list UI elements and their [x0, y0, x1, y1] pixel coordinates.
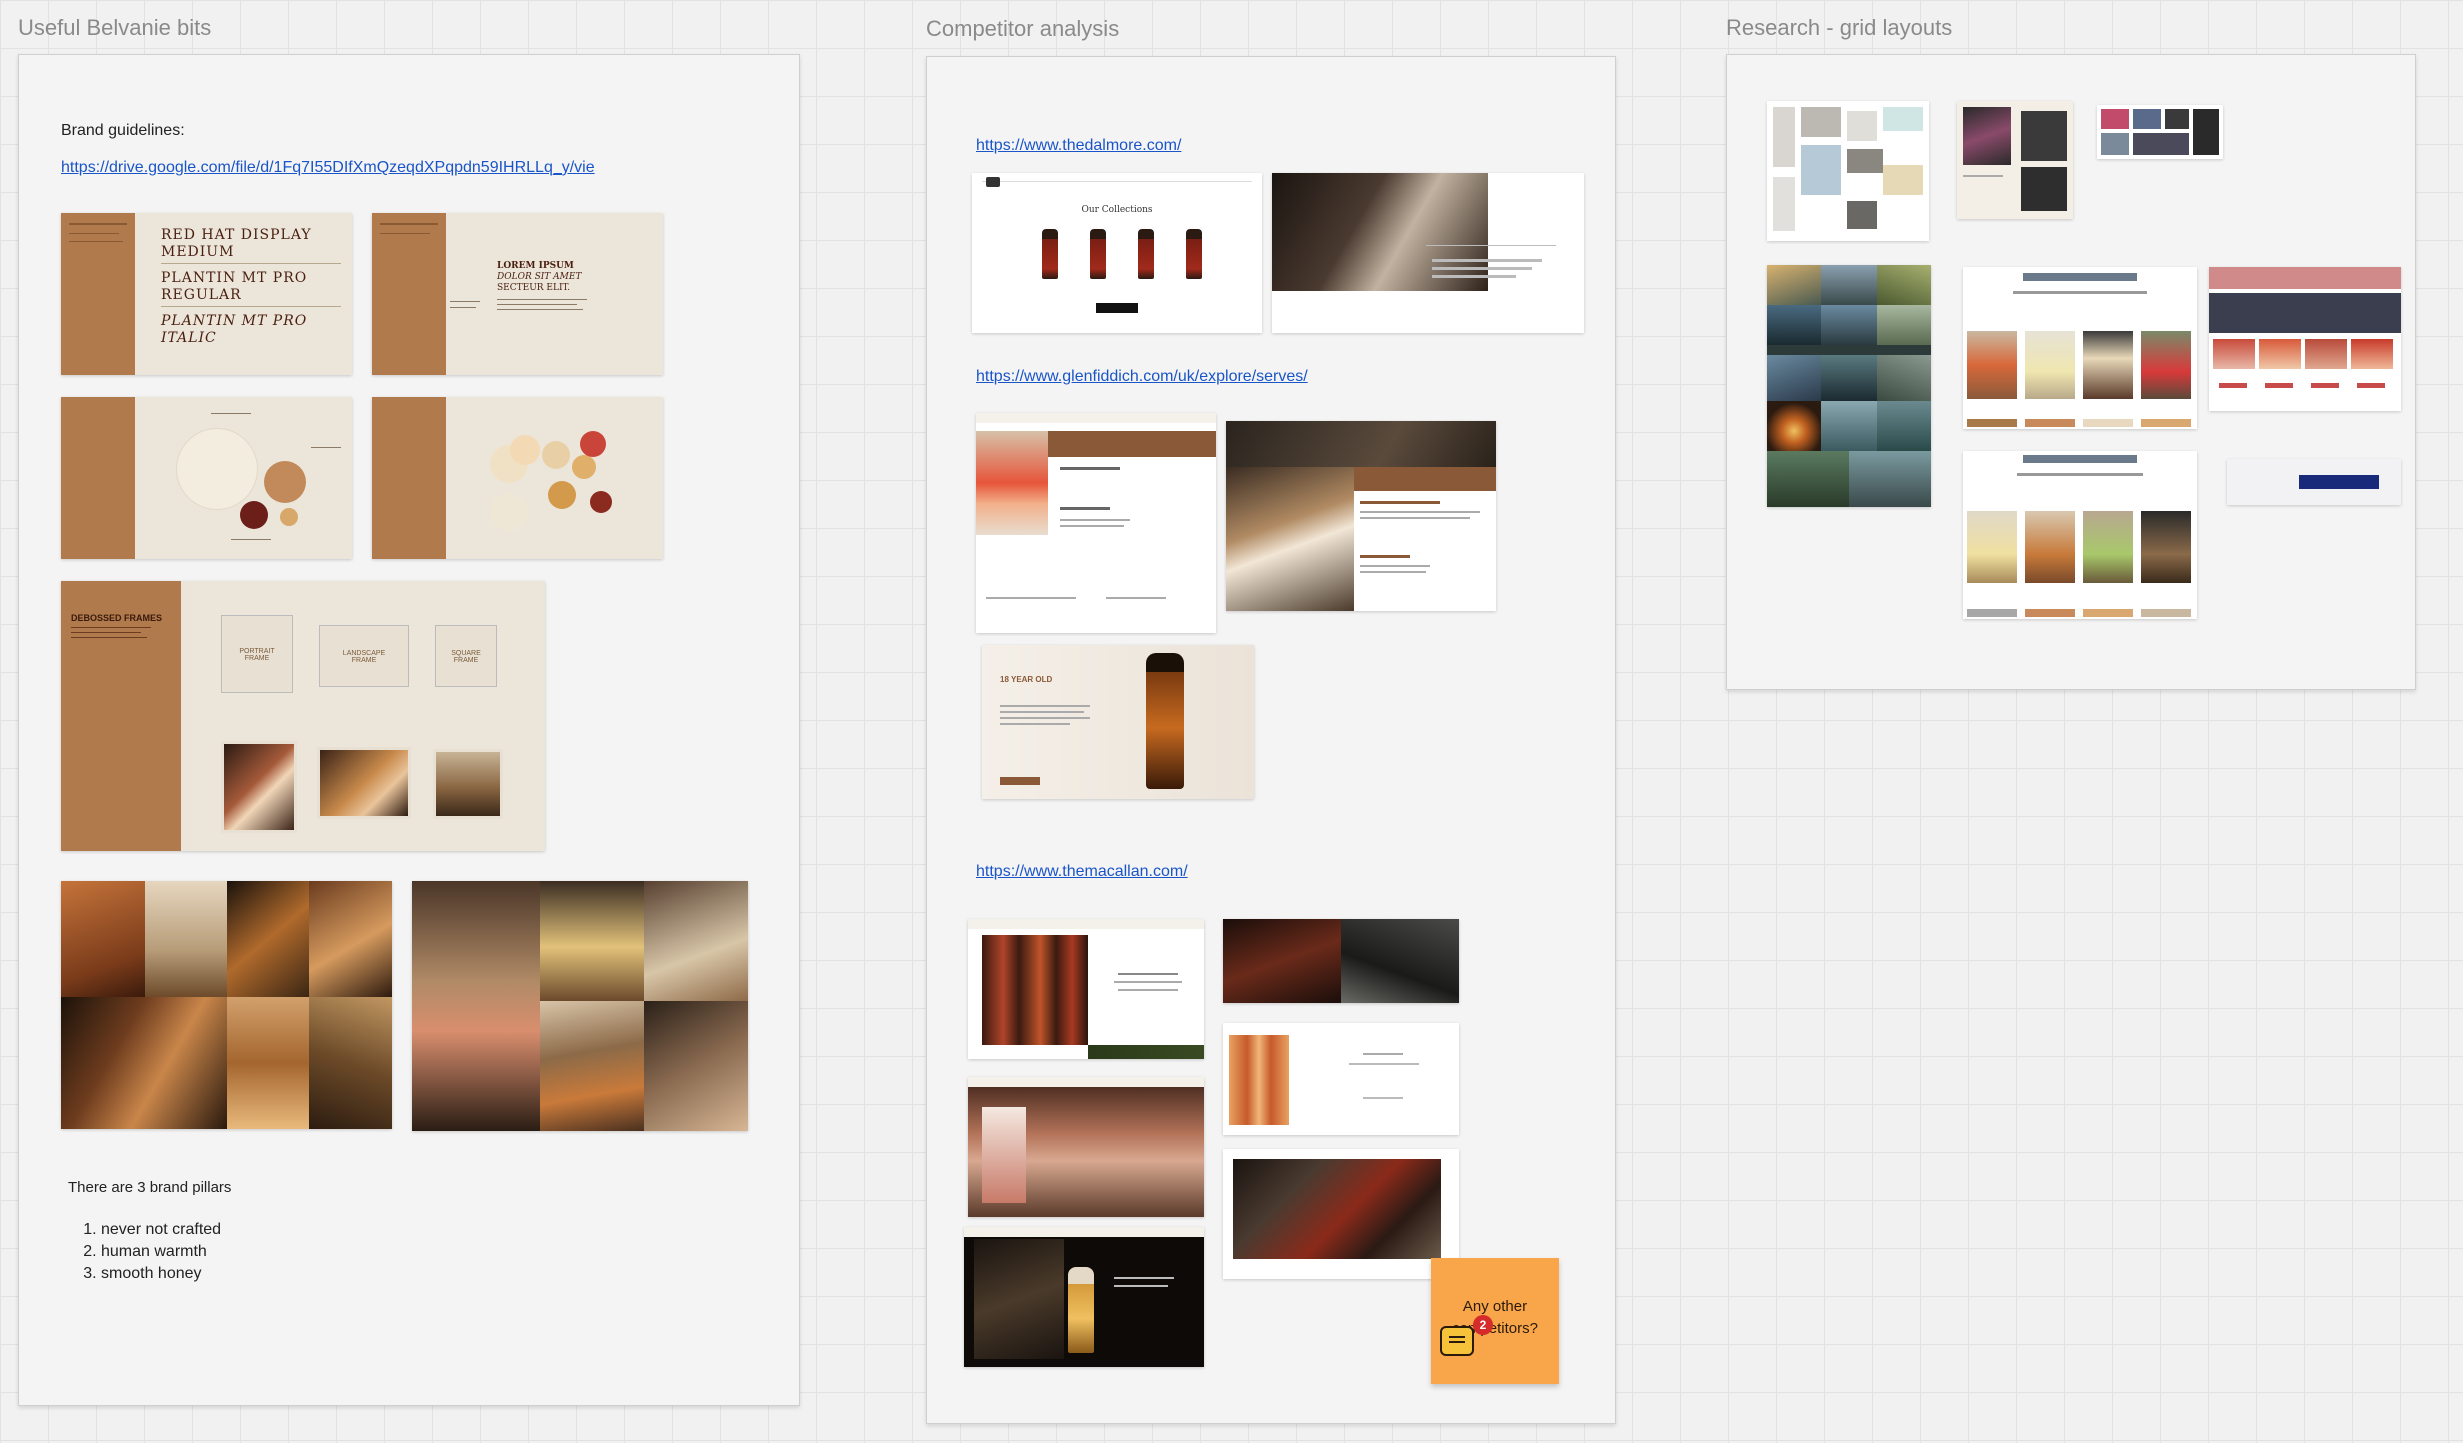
palette-circle-cream: [177, 429, 257, 509]
palette-dot-4: [572, 455, 596, 479]
frame-title-research[interactable]: Research - grid layouts: [1726, 15, 1952, 41]
pillars-list: never not crafted human warmth smooth ho…: [61, 1219, 221, 1285]
macallan-shot-1[interactable]: [968, 919, 1204, 1059]
palette-card-1[interactable]: [61, 397, 352, 559]
dalmore-collections-shot[interactable]: Our Collections: [972, 173, 1262, 333]
pillars-intro: There are 3 brand pillars: [68, 1179, 232, 1196]
framed-photo-square: [433, 749, 503, 819]
frame-belvanie[interactable]: Brand guidelines: https://drive.google.c…: [18, 54, 800, 1406]
research-grid-3[interactable]: [2097, 105, 2223, 159]
glenfiddich-18-shot[interactable]: 18 YEAR OLD: [982, 645, 1254, 799]
macallan-shot-2[interactable]: [1223, 919, 1459, 1003]
lorem-line-2: DOLOR SIT AMET: [497, 272, 582, 282]
glenfiddich-serve-shot-2[interactable]: [1226, 421, 1496, 611]
palette-circle-gold: [280, 508, 298, 526]
square-frame-box: SQUARE FRAME: [435, 625, 497, 687]
portrait-frame-label: PORTRAIT FRAME: [239, 648, 275, 662]
typo-line-1: RED HAT DISPLAY: [161, 227, 312, 243]
macallan-shot-5[interactable]: [964, 1227, 1204, 1367]
bottle: [1090, 229, 1106, 279]
typo-line-3: PLANTIN MT PRO: [161, 270, 308, 286]
typo-line-6: ITALIC: [161, 330, 217, 346]
bottle: [1068, 1267, 1094, 1353]
glenfiddich-cta-button[interactable]: [1000, 777, 1040, 785]
pillar-item: human warmth: [101, 1241, 221, 1263]
landscape-frame-box: LANDSCAPE FRAME: [319, 625, 409, 687]
palette-dot-8: [590, 491, 612, 513]
research-pink-grid[interactable]: [2209, 267, 2401, 411]
palette-circle-tan: [264, 461, 306, 503]
dalmore-airline-shot[interactable]: [1272, 173, 1584, 333]
research-grid-1[interactable]: [1767, 101, 1929, 241]
dalmore-link[interactable]: https://www.thedalmore.com/: [976, 137, 1181, 155]
macallan-shot-4[interactable]: [1223, 1023, 1459, 1135]
glenfiddich-link[interactable]: https://www.glenfiddich.com/uk/explore/s…: [976, 368, 1308, 386]
debossed-frames-card[interactable]: DEBOSSED FRAMES PORTRAIT FRAME LANDSCAPE…: [61, 581, 545, 851]
mood-collage-warm[interactable]: [61, 881, 392, 1129]
palette-dot-3: [542, 441, 570, 469]
glenfiddich-18-title: 18 YEAR OLD: [1000, 675, 1053, 684]
research-grid-2[interactable]: [1957, 101, 2073, 219]
bottle: [1186, 229, 1202, 279]
comment-count-badge: 2: [1473, 1315, 1493, 1335]
typo-line-5: PLANTIN MT PRO: [161, 313, 308, 329]
bottle: [1138, 229, 1154, 279]
sticky-note[interactable]: Any other competitors?: [1431, 1258, 1559, 1384]
frame-competitor[interactable]: https://www.thedalmore.com/ Our Collecti…: [926, 56, 1616, 1424]
research-landscape-grid[interactable]: [1767, 265, 1931, 507]
palette-dot-2: [510, 435, 540, 465]
framed-photo-portrait: [221, 741, 297, 833]
typo-line-2: MEDIUM: [161, 244, 235, 260]
brand-guidelines-link[interactable]: https://drive.google.com/file/d/1Fq7I55D…: [61, 159, 595, 177]
macallan-shot-6[interactable]: [1223, 1149, 1459, 1279]
palette-card-2[interactable]: [372, 397, 663, 559]
frame-title-belvanie[interactable]: Useful Belvanie bits: [18, 15, 211, 41]
typo-line-4: REGULAR: [161, 287, 242, 303]
research-cocktail-grid-1[interactable]: [1963, 267, 2197, 429]
mood-collage-cocktail[interactable]: [412, 881, 748, 1131]
palette-dot-5: [580, 431, 606, 457]
pillar-item: never not crafted: [101, 1219, 221, 1241]
dalmore-cta-button[interactable]: [1096, 303, 1138, 313]
lorem-ipsum-card[interactable]: LOREM IPSUM DOLOR SIT AMET SECTEUR ELIT.: [372, 213, 663, 375]
debossed-frames-title: DEBOSSED FRAMES: [71, 613, 163, 623]
research-back-button-shot[interactable]: [2227, 459, 2401, 505]
macallan-shot-3[interactable]: [968, 1077, 1204, 1217]
dalmore-collections-heading: Our Collections: [1081, 205, 1153, 215]
research-cocktail-grid-2[interactable]: [1963, 451, 2197, 619]
palette-dot-7: [490, 493, 528, 531]
bottle: [1146, 653, 1184, 789]
lorem-line-3: SECTEUR ELIT.: [497, 283, 571, 293]
pillar-item: smooth honey: [101, 1263, 221, 1285]
macallan-link[interactable]: https://www.themacallan.com/: [976, 863, 1188, 881]
frame-title-competitor[interactable]: Competitor analysis: [926, 16, 1119, 42]
typography-card[interactable]: RED HAT DISPLAY MEDIUM PLANTIN MT PRO RE…: [61, 213, 352, 375]
brand-guidelines-label: Brand guidelines:: [61, 122, 185, 139]
bottle: [1042, 229, 1058, 279]
lorem-line-1: LOREM IPSUM: [497, 261, 574, 271]
framed-photo-landscape: [317, 747, 411, 819]
landscape-frame-label: LANDSCAPE FRAME: [342, 650, 386, 664]
glenfiddich-serve-shot-1[interactable]: [976, 413, 1216, 633]
comment-icon[interactable]: [1440, 1326, 1474, 1356]
palette-dot-6: [548, 481, 576, 509]
square-frame-label: SQUARE FRAME: [451, 650, 481, 664]
portrait-frame-box: PORTRAIT FRAME: [221, 615, 293, 693]
frame-research[interactable]: [1726, 54, 2416, 690]
back-to-featured-button[interactable]: [2299, 475, 2379, 489]
palette-circle-burgundy: [240, 501, 268, 529]
